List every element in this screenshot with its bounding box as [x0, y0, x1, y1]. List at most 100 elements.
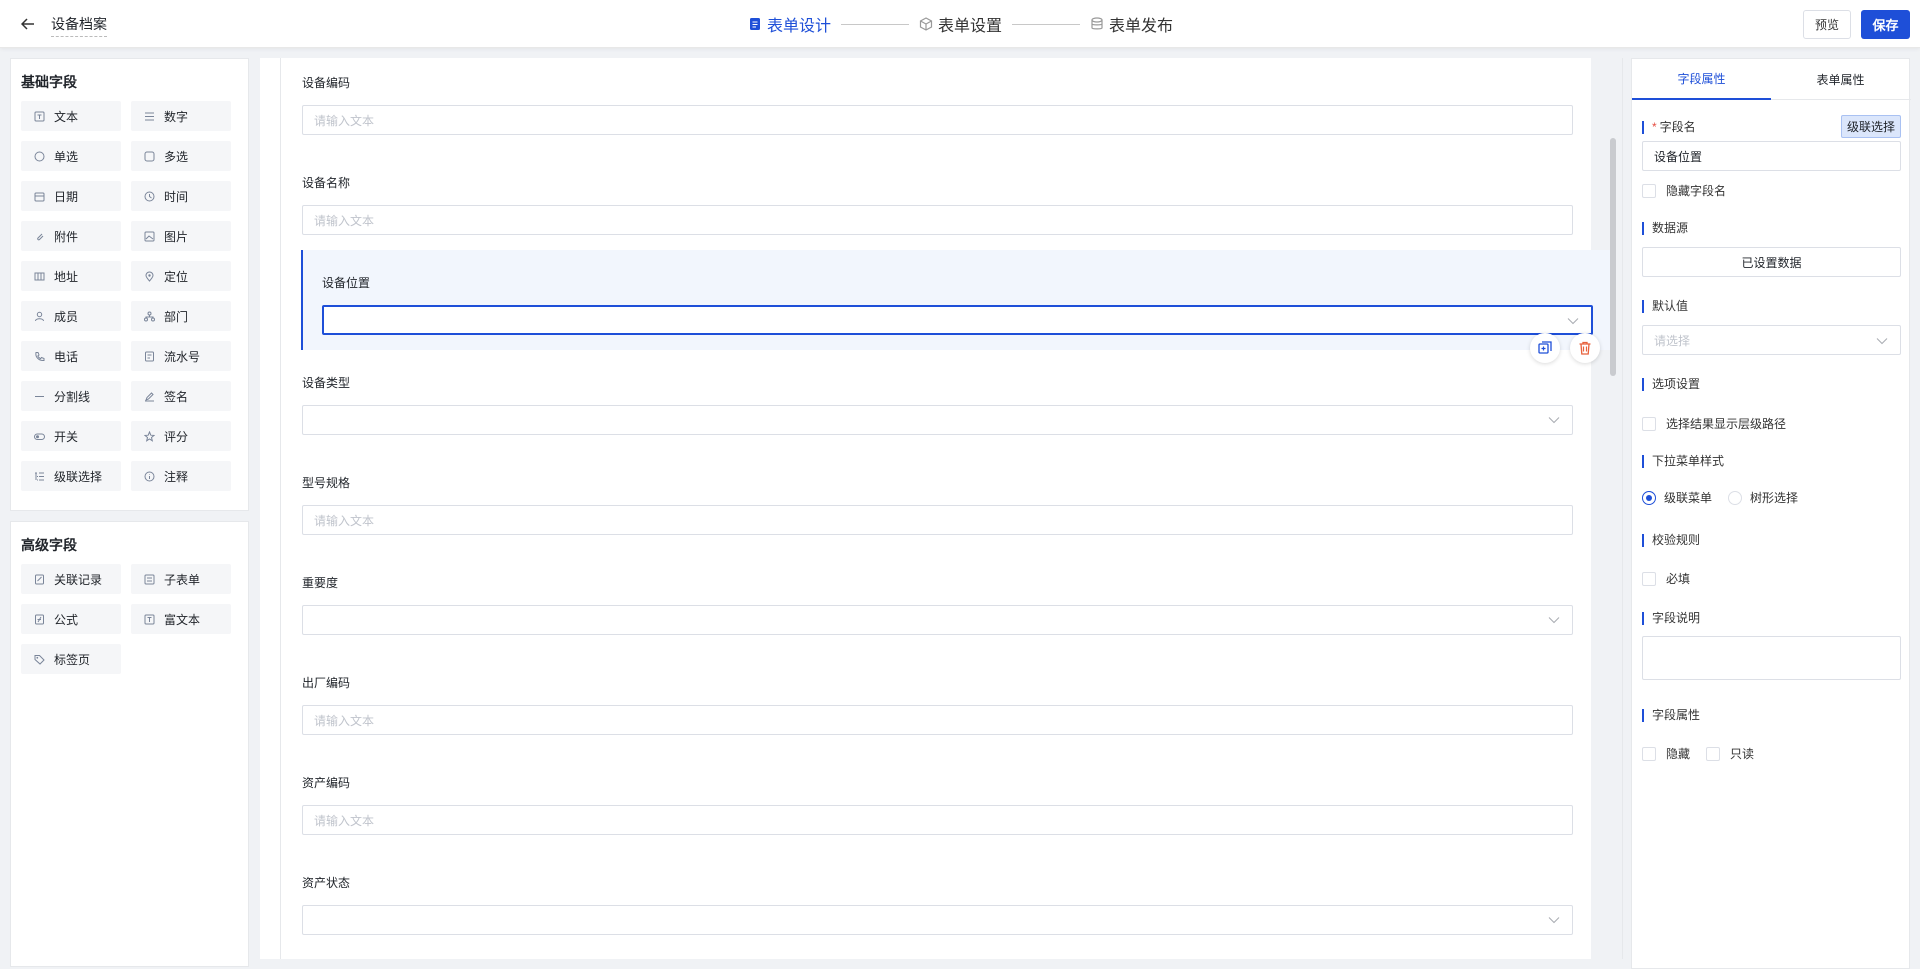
text-input[interactable]: 请输入文本: [302, 205, 1573, 235]
form-field-model-spec[interactable]: 型号规格 请输入文本: [302, 458, 1573, 558]
toggle-icon: [33, 430, 45, 442]
serial-icon: [143, 350, 155, 362]
field-attachment[interactable]: 附件: [21, 221, 121, 251]
step-label: 表单设计: [767, 18, 832, 35]
field-description-textarea[interactable]: [1642, 636, 1901, 680]
cascade-select-input[interactable]: [322, 305, 1593, 335]
chevron-down-icon: [1567, 318, 1579, 325]
form-field-importance[interactable]: 重要度: [302, 558, 1573, 658]
select-input[interactable]: [302, 905, 1573, 935]
field-cascade-select[interactable]: 级联选择: [21, 461, 121, 491]
form-field-asset-code[interactable]: 资产编码 请输入文本: [302, 758, 1573, 858]
clock-icon: [143, 190, 155, 202]
datasource-button[interactable]: 已设置数据: [1642, 247, 1901, 277]
step-nav: 表单设计 表单设置 表单发布: [748, 13, 1173, 35]
show-path-checkbox[interactable]: 选择结果显示层级路径: [1642, 415, 1786, 432]
field-text[interactable]: 文本: [21, 101, 121, 131]
field-phone[interactable]: 电话: [21, 341, 121, 371]
options-settings-label: 选项设置: [1642, 378, 1700, 391]
canvas-divider: [1622, 58, 1623, 959]
field-serial-number[interactable]: 流水号: [131, 341, 231, 371]
readonly-checkbox[interactable]: 只读: [1706, 745, 1754, 762]
delete-field-button[interactable]: [1570, 333, 1600, 363]
trash-icon: [1579, 341, 1591, 355]
location-pin-icon: [143, 270, 155, 282]
star-icon: [143, 430, 155, 442]
back-arrow-icon[interactable]: [18, 14, 38, 34]
field-related-record[interactable]: 关联记录: [21, 564, 121, 594]
step-form-publish[interactable]: 表单发布: [1090, 12, 1173, 36]
field-subform[interactable]: 子表单: [131, 564, 231, 594]
chevron-down-icon: [1548, 917, 1560, 924]
app-title[interactable]: 设备档案: [51, 14, 107, 37]
text-input[interactable]: 请输入文本: [302, 705, 1573, 735]
step-form-design[interactable]: 表单设计: [748, 12, 831, 36]
field-department[interactable]: 部门: [131, 301, 231, 331]
form-field-device-name[interactable]: 设备名称 请输入文本: [302, 158, 1573, 258]
subform-icon: [143, 573, 155, 585]
form-field-device-code[interactable]: 设备编码 请输入文本: [302, 58, 1573, 158]
field-note[interactable]: 注释: [131, 461, 231, 491]
datasource-label: 数据源: [1642, 222, 1688, 235]
step-label: 表单发布: [1109, 18, 1174, 35]
info-icon: [143, 470, 155, 482]
field-name-input[interactable]: 设备位置: [1642, 141, 1901, 171]
field-label: 设备位置: [322, 276, 371, 290]
form-field-device-type[interactable]: 设备类型: [302, 358, 1573, 458]
dropdown-style-label: 下拉菜单样式: [1642, 455, 1724, 468]
phone-icon: [33, 350, 45, 362]
field-location[interactable]: 定位: [131, 261, 231, 291]
formula-icon: [33, 613, 45, 625]
tab-field-properties[interactable]: 字段属性: [1632, 59, 1771, 100]
field-divider[interactable]: 分割线: [21, 381, 121, 411]
properties-tabs: 字段属性 表单属性: [1632, 59, 1911, 100]
select-input[interactable]: [302, 405, 1573, 435]
form-area: 设备编码 请输入文本 设备名称 请输入文本 设备位置 设备类型 型号规格 请输入…: [280, 58, 1613, 959]
radio-cascade-menu[interactable]: 级联菜单: [1642, 489, 1712, 506]
text-input[interactable]: 请输入文本: [302, 505, 1573, 535]
field-multi-select[interactable]: 多选: [131, 141, 231, 171]
radio-tree-select[interactable]: 树形选择: [1728, 489, 1798, 506]
step-form-settings[interactable]: 表单设置: [919, 12, 1002, 36]
save-button[interactable]: 保存: [1861, 10, 1910, 39]
field-tab-page[interactable]: 标签页: [21, 644, 121, 674]
field-rich-text[interactable]: 富文本: [131, 604, 231, 634]
field-label: 型号规格: [302, 476, 351, 490]
default-value-select[interactable]: 请选择: [1642, 325, 1901, 355]
hide-field-name-checkbox[interactable]: 隐藏字段名: [1642, 182, 1726, 199]
hidden-checkbox[interactable]: 隐藏: [1642, 745, 1690, 762]
org-chart-icon: [143, 310, 155, 322]
field-single-select[interactable]: 单选: [21, 141, 121, 171]
tab-form-properties[interactable]: 表单属性: [1771, 59, 1910, 100]
field-switch[interactable]: 开关: [21, 421, 121, 451]
field-signature[interactable]: 签名: [131, 381, 231, 411]
checkbox-icon: [143, 150, 155, 162]
field-number[interactable]: 数字: [131, 101, 231, 131]
preview-button[interactable]: 预览: [1803, 10, 1851, 39]
form-field-device-location[interactable]: 设备位置: [301, 250, 1613, 363]
text-input[interactable]: 请输入文本: [302, 805, 1573, 835]
field-label: 资产编码: [302, 776, 351, 790]
canvas-scrollbar[interactable]: [1610, 138, 1616, 376]
step-connector: [841, 23, 910, 25]
field-address[interactable]: 地址: [21, 261, 121, 291]
field-name-label: * 字段名: [1642, 121, 1696, 134]
field-time[interactable]: 时间: [131, 181, 231, 211]
form-field-factory-code[interactable]: 出厂编码 请输入文本: [302, 658, 1573, 758]
field-label: 设备类型: [302, 376, 351, 390]
field-formula[interactable]: 公式: [21, 604, 121, 634]
form-field-asset-status[interactable]: 资产状态: [302, 858, 1573, 958]
select-input[interactable]: [302, 605, 1573, 635]
field-label: 设备名称: [302, 176, 351, 190]
image-icon: [143, 230, 155, 242]
cube-icon: [919, 17, 933, 31]
field-label: 重要度: [302, 576, 339, 590]
field-image[interactable]: 图片: [131, 221, 231, 251]
field-member[interactable]: 成员: [21, 301, 121, 331]
required-checkbox[interactable]: 必填: [1642, 570, 1690, 587]
text-input[interactable]: 请输入文本: [302, 105, 1573, 135]
form-canvas: 设备编码 请输入文本 设备名称 请输入文本 设备位置 设备类型 型号规格 请输入…: [260, 58, 1613, 959]
document-icon: [748, 17, 762, 31]
field-date[interactable]: 日期: [21, 181, 121, 211]
field-rating[interactable]: 评分: [131, 421, 231, 451]
